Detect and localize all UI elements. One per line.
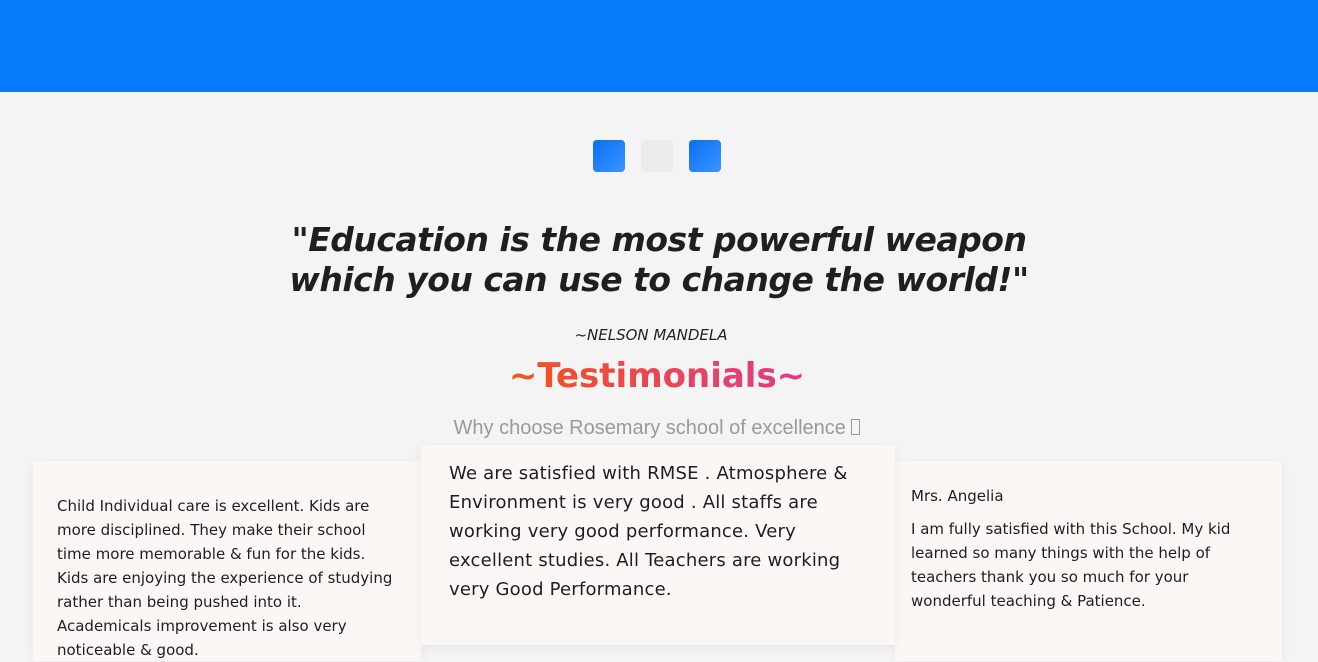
carousel-dots: [593, 140, 721, 172]
quote-line-1: "Education is the most powerful weapon: [291, 220, 1027, 259]
carousel-dot-1[interactable]: [593, 140, 625, 172]
testimonial-text: Child Individual care is excellent. Kids…: [57, 497, 393, 659]
carousel-dot-3[interactable]: [689, 140, 721, 172]
testimonials-title-text: ~Testimonials~: [508, 356, 806, 396]
quote-author: ~NELSON MANDELA: [574, 326, 728, 344]
top-banner: [0, 0, 1318, 92]
testimonial-card-1: Child Individual care is excellent. Kids…: [33, 461, 421, 661]
carousel-dot-2[interactable]: [641, 140, 673, 172]
testimonial-text: I am fully satisfied with this School. M…: [911, 520, 1231, 610]
question-icon: [851, 419, 861, 435]
testimonial-author: Mrs. Angelia: [911, 487, 1004, 505]
testimonials-subtitle: Why choose Rosemary school of excellence: [0, 417, 1314, 440]
quote-line-2: which you can use to change the world!": [289, 260, 1029, 299]
quote-text: "Education is the most powerful weapon w…: [0, 220, 1318, 300]
testimonial-card-3: Mrs. Angelia I am fully satisfied with t…: [895, 461, 1282, 661]
testimonials-subtitle-text: Why choose Rosemary school of excellence: [453, 417, 852, 439]
testimonials-title: ~Testimonials~: [0, 354, 1314, 398]
testimonial-text: We are satisfied with RMSE . Atmosphere …: [449, 463, 848, 600]
testimonial-card-2: We are satisfied with RMSE . Atmosphere …: [421, 445, 895, 645]
